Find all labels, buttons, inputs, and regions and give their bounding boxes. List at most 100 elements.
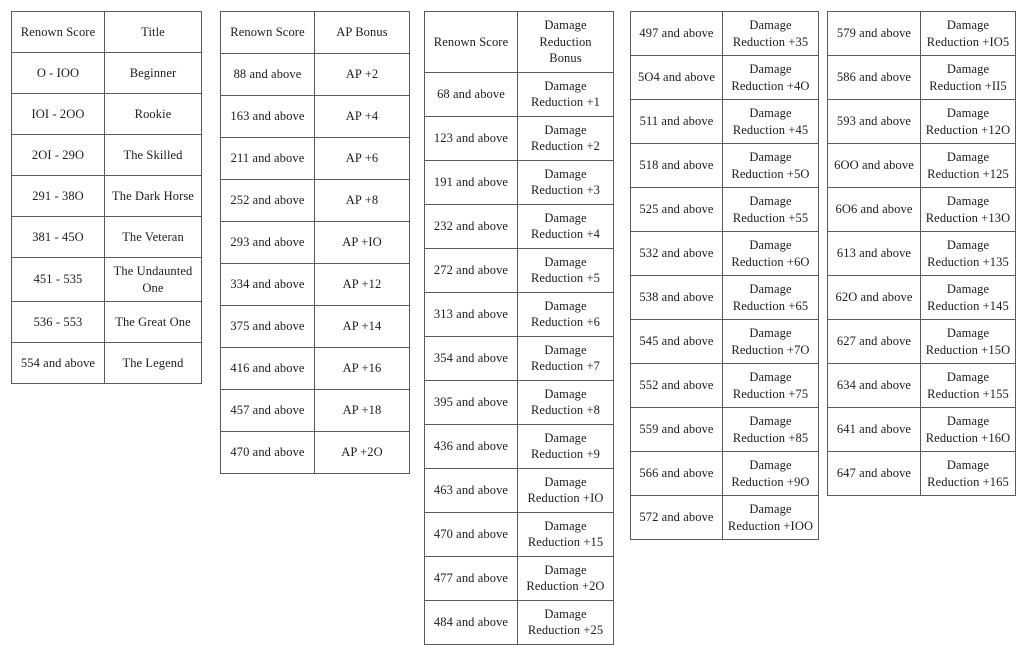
table-row: 5O4 and above Damage Reduction +4O (630, 55, 819, 100)
table-cell: Damage Reduction +IO (517, 467, 614, 513)
table-row: 613 and above Damage Reduction +135 (827, 231, 1016, 276)
table-cell: 6O6 and above (827, 187, 921, 232)
table-cell: 641 and above (827, 407, 921, 452)
column-header-cell: Damage Reduction Bonus (517, 11, 614, 73)
table-cell: AP +6 (314, 137, 410, 180)
table-cell: 381 - 45O (11, 216, 105, 258)
table-cell: The Undaunted One (104, 257, 202, 302)
table-cell: 291 - 38O (11, 175, 105, 217)
table-cell: Damage Reduction +15 (517, 511, 614, 557)
table-row: O - IOO Beginner (11, 52, 202, 94)
table-cell: AP +4 (314, 95, 410, 138)
table-cell: 2OI - 29O (11, 134, 105, 176)
table-header-row: Renown Score Damage Reduction Bonus (424, 11, 614, 73)
table-cell: Damage Reduction +85 (722, 407, 819, 452)
table-cell: 532 and above (630, 231, 723, 276)
table-row: 451 - 535 The Undaunted One (11, 257, 202, 302)
table-cell: Damage Reduction +3 (517, 159, 614, 205)
table-cell: Damage Reduction +9O (722, 451, 819, 496)
table-cell: AP +16 (314, 347, 410, 390)
table-cell: Damage Reduction +6O (722, 231, 819, 276)
table-cell: 88 and above (220, 53, 315, 96)
table-cell: The Great One (104, 301, 202, 343)
renown-score-ap-bonus-table: Renown Score AP Bonus 88 and above AP +2 163… (220, 11, 410, 474)
table-cell: Damage Reduction +5 (517, 247, 614, 293)
table-cell: Damage Reduction +4O (722, 55, 819, 100)
table-row: 334 and above AP +12 (220, 263, 410, 306)
table-header-row: Renown Score AP Bonus (220, 11, 410, 54)
table-row: 538 and above Damage Reduction +65 (630, 275, 819, 320)
table-cell: O - IOO (11, 52, 105, 94)
table-cell: AP +2O (314, 431, 410, 474)
table-cell: 416 and above (220, 347, 315, 390)
table-row: 291 - 38O The Dark Horse (11, 175, 202, 217)
tables-sheet: Renown Score Title O - IOO Beginner IOI - 2O… (0, 0, 1024, 645)
table-cell: Beginner (104, 52, 202, 94)
table-cell: Damage Reduction +7O (722, 319, 819, 364)
column-header-cell: Renown Score (424, 11, 518, 73)
table-cell: 477 and above (424, 555, 518, 601)
table-row: 647 and above Damage Reduction +165 (827, 451, 1016, 496)
table-cell: 554 and above (11, 342, 105, 384)
table-cell: 163 and above (220, 95, 315, 138)
table-row: 545 and above Damage Reduction +7O (630, 319, 819, 364)
column-header-cell: Renown Score (220, 11, 315, 54)
table-cell: 272 and above (424, 247, 518, 293)
table-row: 381 - 45O The Veteran (11, 216, 202, 258)
table-cell: The Dark Horse (104, 175, 202, 217)
table-body: Renown Score Title O - IOO Beginner IOI - 2O… (11, 11, 202, 384)
table-row: 641 and above Damage Reduction +16O (827, 407, 1016, 452)
table-row: 572 and above Damage Reduction +IOO (630, 495, 819, 540)
table-cell: Damage Reduction +5O (722, 143, 819, 188)
column-header-cell: Title (104, 11, 202, 53)
table-row: 2OI - 29O The Skilled (11, 134, 202, 176)
damage-reduction-bonus-table-part-1: Renown Score Damage Reduction Bonus 68 and… (424, 11, 614, 645)
table-row: 511 and above Damage Reduction +45 (630, 99, 819, 144)
table-cell: Rookie (104, 93, 202, 135)
column-header-cell: AP Bonus (314, 11, 410, 54)
table-row: 88 and above AP +2 (220, 53, 410, 96)
table-cell: 123 and above (424, 115, 518, 161)
table-cell: 511 and above (630, 99, 723, 144)
table-cell: Damage Reduction +55 (722, 187, 819, 232)
table-cell: 613 and above (827, 231, 921, 276)
table-cell: 525 and above (630, 187, 723, 232)
table-cell: 536 - 553 (11, 301, 105, 343)
table-row: 554 and above The Legend (11, 342, 202, 384)
table-cell: Damage Reduction +165 (920, 451, 1016, 496)
table-cell: 627 and above (827, 319, 921, 364)
table-row: 532 and above Damage Reduction +6O (630, 231, 819, 276)
table-row: 457 and above AP +18 (220, 389, 410, 432)
table-cell: 586 and above (827, 55, 921, 100)
table-cell: 375 and above (220, 305, 315, 348)
table-row: 68 and above Damage Reduction +1 (424, 71, 614, 117)
table-cell: 252 and above (220, 179, 315, 222)
table-row: 463 and above Damage Reduction +IO (424, 467, 614, 513)
table-cell: 579 and above (827, 11, 921, 56)
table-cell: Damage Reduction +75 (722, 363, 819, 408)
table-body: 579 and above Damage Reduction +IO5 586 an… (827, 11, 1016, 496)
table-cell: 6OO and above (827, 143, 921, 188)
table-cell: AP +IO (314, 221, 410, 264)
table-cell: Damage Reduction +155 (920, 363, 1016, 408)
table-cell: Damage Reduction +13O (920, 187, 1016, 232)
table-cell: 293 and above (220, 221, 315, 264)
table-row: 552 and above Damage Reduction +75 (630, 363, 819, 408)
table-row: 579 and above Damage Reduction +IO5 (827, 11, 1016, 56)
table-row: 163 and above AP +4 (220, 95, 410, 138)
table-cell: 634 and above (827, 363, 921, 408)
table-row: 293 and above AP +IO (220, 221, 410, 264)
table-cell: 395 and above (424, 379, 518, 425)
table-row: 559 and above Damage Reduction +85 (630, 407, 819, 452)
table-cell: Damage Reduction +45 (722, 99, 819, 144)
table-row: 191 and above Damage Reduction +3 (424, 159, 614, 205)
table-cell: Damage Reduction +8 (517, 379, 614, 425)
table-row: 313 and above Damage Reduction +6 (424, 291, 614, 337)
table-row: 634 and above Damage Reduction +155 (827, 363, 1016, 408)
table-cell: 559 and above (630, 407, 723, 452)
table-cell: Damage Reduction +16O (920, 407, 1016, 452)
table-cell: Damage Reduction +65 (722, 275, 819, 320)
table-cell: 538 and above (630, 275, 723, 320)
table-row: 395 and above Damage Reduction +8 (424, 379, 614, 425)
table-cell: 552 and above (630, 363, 723, 408)
